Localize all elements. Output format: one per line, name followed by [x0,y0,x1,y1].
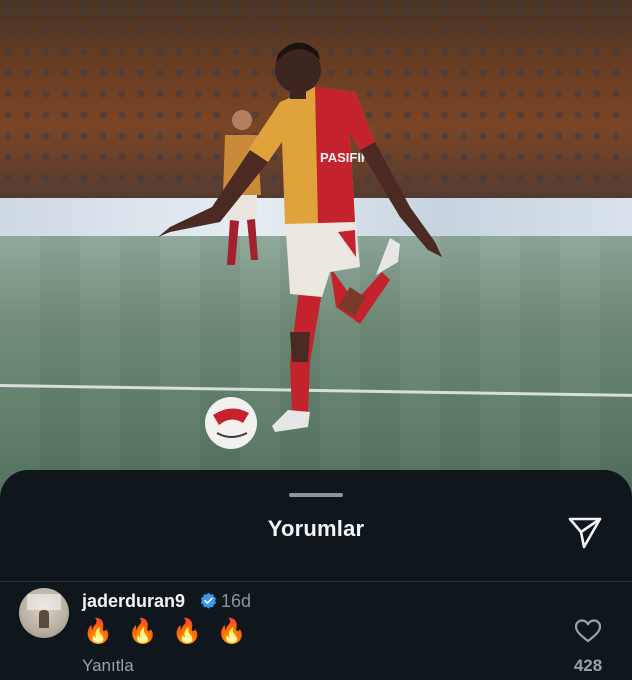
avatar-window [27,594,61,610]
like-count: 428 [573,656,603,675]
football [205,397,257,449]
comment-username[interactable]: jaderduran9 [82,591,185,612]
sheet-title: Yorumlar [267,516,365,541]
verified-badge-icon [200,592,217,609]
comment-text: 🔥 🔥 🔥 🔥 [83,618,251,645]
post-photo: PASIFIK [0,0,632,520]
divider [0,581,632,582]
avatar[interactable] [19,588,69,638]
sheet-drag-handle[interactable] [289,493,343,497]
reply-button[interactable]: Yanıtla [82,656,134,676]
main-player: PASIFIK [158,42,442,432]
paper-plane-icon[interactable] [567,514,603,550]
avatar-figure [39,610,49,628]
heart-icon[interactable] [574,618,602,644]
comments-sheet: Yorumlar jaderduran9 16d 🔥 🔥 🔥 🔥 Yanıtla… [0,470,632,680]
comment-timestamp: 16d [221,591,252,611]
